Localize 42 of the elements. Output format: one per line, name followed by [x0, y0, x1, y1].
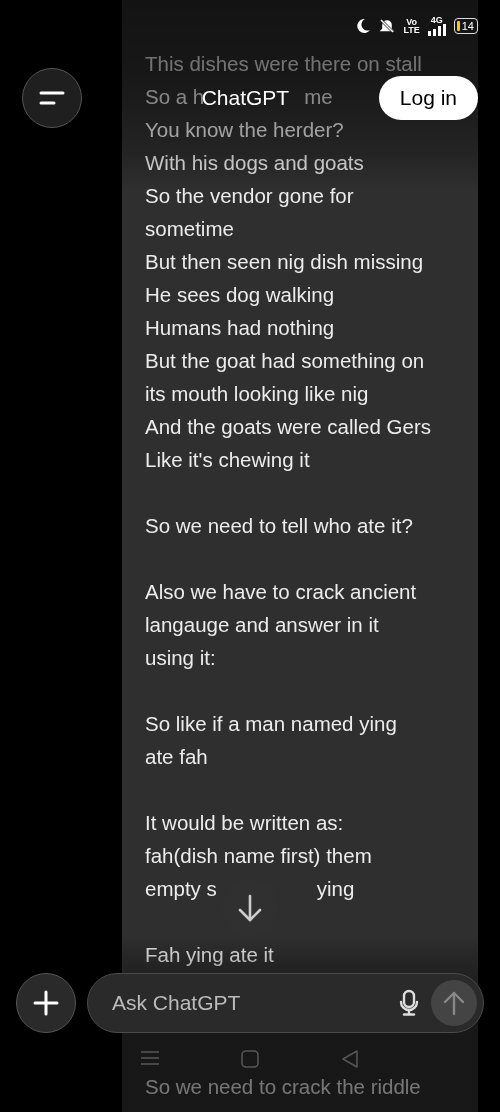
message-text: fah(dish name first) them — [145, 843, 372, 868]
message-text: But the goat had something on — [145, 348, 425, 373]
message-text: And the goats were called Gers — [145, 414, 432, 439]
message-text: empty s — [145, 876, 217, 901]
message-text: its mouth looking like nig — [145, 381, 369, 406]
message-text: So we need to crack the riddle — [145, 1074, 421, 1099]
message-text: Also we have to crack ancient — [145, 579, 417, 604]
back-icon[interactable] — [341, 1050, 359, 1068]
arrow-down-icon[interactable] — [237, 893, 263, 923]
message-text: using it: — [145, 645, 216, 670]
message-text: sometime — [145, 216, 234, 241]
message-input[interactable]: Ask ChatGPT — [110, 990, 387, 1016]
message-text: Humans had nothing — [145, 315, 335, 340]
message-text: Fah ying ate it — [145, 942, 274, 967]
moon-icon — [355, 18, 372, 34]
battery-icon: 14 — [453, 18, 478, 34]
message-text: So we need to tell who ate it? — [145, 513, 413, 538]
message-text: It would be written as: — [145, 810, 344, 835]
message-text: ate fah — [145, 744, 208, 769]
message-input-field[interactable]: Ask ChatGPT — [87, 973, 484, 1033]
message-text: So like if a man named ying — [145, 711, 397, 736]
message-text: Like it's chewing it — [145, 447, 310, 472]
bell-off-icon — [379, 18, 396, 34]
menu-icon[interactable] — [39, 91, 65, 105]
network-type-text: 4G — [430, 16, 443, 24]
microphone-icon[interactable] — [399, 989, 419, 1017]
message-text: With his dogs and goats — [145, 150, 364, 175]
volte-text: Vo — [406, 18, 417, 26]
arrow-up-icon[interactable] — [443, 990, 465, 1016]
signal-icon — [427, 24, 446, 36]
message-text: This dishes were there on stall — [145, 51, 422, 76]
message-text: You know the herder? — [145, 117, 344, 142]
send-button[interactable] — [431, 980, 477, 1026]
message-text: So the vendor gone for — [145, 183, 354, 208]
login-button[interactable]: Log in — [378, 76, 478, 120]
plus-icon[interactable] — [33, 990, 59, 1016]
volte-text: LTE — [403, 26, 420, 34]
message-text: me — [304, 84, 333, 109]
message-text: He sees dog walking — [145, 282, 335, 307]
message-text: ying — [316, 876, 355, 901]
message-text: But then seen nig dish missing — [145, 249, 424, 274]
message-text: langauge and answer in it — [145, 612, 379, 637]
